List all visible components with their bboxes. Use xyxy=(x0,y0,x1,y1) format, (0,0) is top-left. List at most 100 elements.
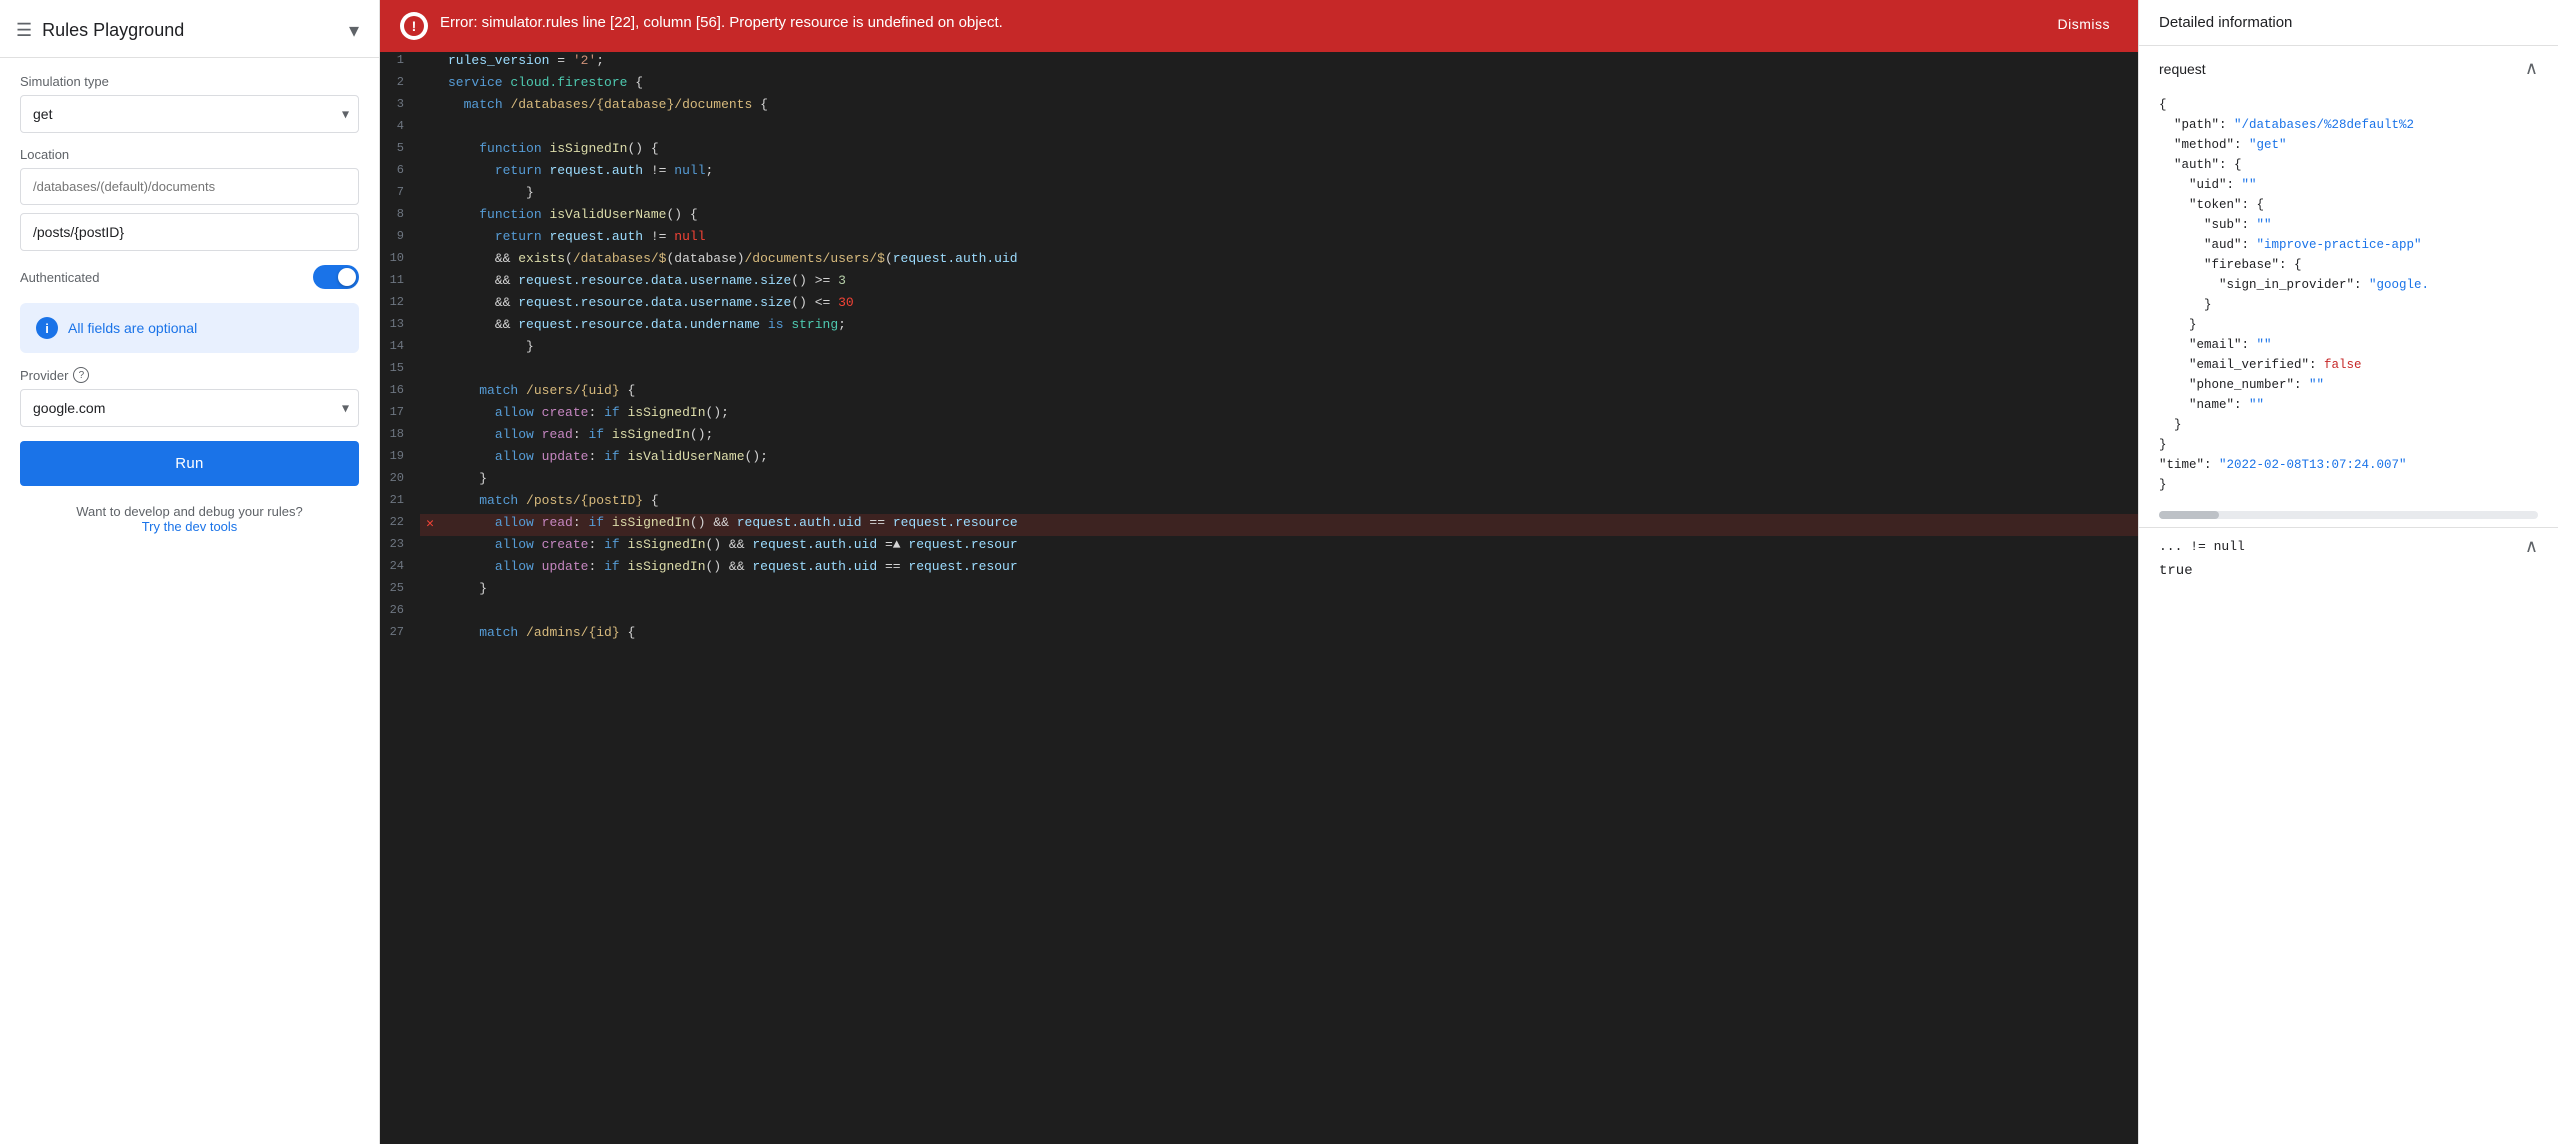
run-button[interactable]: Run xyxy=(20,441,359,486)
line-error-marker xyxy=(420,580,440,602)
line-error-marker xyxy=(420,602,440,624)
line-error-marker xyxy=(420,624,440,646)
table-row: 27 match /admins/{id} { xyxy=(380,624,2138,646)
line-code: allow update: if isValidUserName(); xyxy=(440,448,2138,470)
line-code: && request.resource.data.username.size()… xyxy=(440,294,2138,316)
line-code: function isSignedIn() { xyxy=(440,140,2138,162)
code-table: 1rules_version = '2';2service cloud.fire… xyxy=(380,52,2138,646)
location-value-input[interactable] xyxy=(20,213,359,251)
main-panel: ! Error: simulator.rules line [22], colu… xyxy=(380,0,2138,1144)
line-error-marker xyxy=(420,404,440,426)
table-row: 7 } xyxy=(380,184,2138,206)
right-panel-header: Detailed information xyxy=(2139,0,2558,46)
info-banner-text: All fields are optional xyxy=(68,320,197,336)
line-error-marker xyxy=(420,96,440,118)
line-number: 8 xyxy=(380,206,420,228)
provider-label: Provider ? xyxy=(20,367,359,383)
request-chevron-icon: ∧ xyxy=(2525,58,2538,79)
scroll-indicator xyxy=(2159,511,2538,519)
line-code: allow update: if isSignedIn() && request… xyxy=(440,558,2138,580)
line-code: && request.resource.data.username.size()… xyxy=(440,272,2138,294)
authenticated-row: Authenticated xyxy=(20,265,359,289)
dismiss-button[interactable]: Dismiss xyxy=(2050,12,2119,36)
line-error-marker xyxy=(420,360,440,382)
location-field: Location xyxy=(20,147,359,251)
provider-help-icon[interactable]: ? xyxy=(73,367,89,383)
line-code xyxy=(440,360,2138,382)
error-x-icon: ✕ xyxy=(426,516,434,531)
line-code: rules_version = '2'; xyxy=(440,52,2138,74)
provider-select[interactable]: google.com github.com twitter.com facebo… xyxy=(20,389,359,427)
line-code: allow create: if isSignedIn() && request… xyxy=(440,536,2138,558)
error-svg: ! xyxy=(403,15,425,37)
sidebar-header-left: ☰ Rules Playground xyxy=(16,20,184,41)
line-error-marker xyxy=(420,316,440,338)
line-code: && request.resource.data.undername is st… xyxy=(440,316,2138,338)
line-number: 6 xyxy=(380,162,420,184)
line-code: function isValidUserName() { xyxy=(440,206,2138,228)
location-placeholder-input[interactable] xyxy=(20,168,359,205)
line-error-marker xyxy=(420,294,440,316)
table-row: 6 return request.auth != null; xyxy=(380,162,2138,184)
line-code: match /admins/{id} { xyxy=(440,624,2138,646)
simulation-type-label: Simulation type xyxy=(20,74,359,89)
request-section: request ∧ { "path": "/databases/%28defau… xyxy=(2139,46,2558,528)
result-chevron-icon: ∧ xyxy=(2525,536,2538,557)
line-error-marker xyxy=(420,536,440,558)
request-header[interactable]: request ∧ xyxy=(2139,46,2558,91)
table-row: 24 allow update: if isSignedIn() && requ… xyxy=(380,558,2138,580)
line-error-marker xyxy=(420,228,440,250)
authenticated-label: Authenticated xyxy=(20,270,100,285)
line-error-marker: ✕ xyxy=(420,514,440,536)
line-number: 22 xyxy=(380,514,420,536)
result-expression: ... != null xyxy=(2159,539,2245,554)
table-row: 20 } xyxy=(380,470,2138,492)
line-number: 20 xyxy=(380,470,420,492)
line-number: 21 xyxy=(380,492,420,514)
line-code: && exists(/databases/$(database)/documen… xyxy=(440,250,2138,272)
sidebar-header: ☰ Rules Playground ▾ xyxy=(0,0,379,58)
table-row: 1rules_version = '2'; xyxy=(380,52,2138,74)
line-error-marker xyxy=(420,206,440,228)
table-row: 8 function isValidUserName() { xyxy=(380,206,2138,228)
table-row: 13 && request.resource.data.undername is… xyxy=(380,316,2138,338)
simulation-type-field: Simulation type get set create update de… xyxy=(20,74,359,133)
line-number: 12 xyxy=(380,294,420,316)
error-text: Error: simulator.rules line [22], column… xyxy=(440,12,1003,33)
table-row: 10 && exists(/databases/$(database)/docu… xyxy=(380,250,2138,272)
line-code: return request.auth != null; xyxy=(440,162,2138,184)
table-row: 5 function isSignedIn() { xyxy=(380,140,2138,162)
simulation-type-select[interactable]: get set create update delete list xyxy=(20,95,359,133)
line-error-marker xyxy=(420,338,440,360)
line-code xyxy=(440,118,2138,140)
table-row: 4 xyxy=(380,118,2138,140)
dev-tools-section: Want to develop and debug your rules? Tr… xyxy=(20,500,359,534)
line-code: allow create: if isSignedIn(); xyxy=(440,404,2138,426)
line-code: service cloud.firestore { xyxy=(440,74,2138,96)
table-row: 19 allow update: if isValidUserName(); xyxy=(380,448,2138,470)
result-value: true xyxy=(2159,557,2538,585)
result-section: ... != null ∧ true xyxy=(2139,528,2558,593)
line-error-marker xyxy=(420,382,440,404)
table-row: 22✕ allow read: if isSignedIn() && reque… xyxy=(380,514,2138,536)
svg-text:!: ! xyxy=(412,18,417,34)
authenticated-toggle[interactable] xyxy=(313,265,359,289)
line-number: 4 xyxy=(380,118,420,140)
line-number: 26 xyxy=(380,602,420,624)
line-code: return request.auth != null xyxy=(440,228,2138,250)
sidebar-chevron-icon[interactable]: ▾ xyxy=(349,18,359,43)
dev-tools-link[interactable]: Try the dev tools xyxy=(20,519,359,534)
line-number: 15 xyxy=(380,360,420,382)
table-row: 21 match /posts/{postID} { xyxy=(380,492,2138,514)
line-error-marker xyxy=(420,426,440,448)
right-panel: Detailed information request ∧ { "path":… xyxy=(2138,0,2558,1144)
line-error-marker xyxy=(420,52,440,74)
code-editor[interactable]: 1rules_version = '2';2service cloud.fire… xyxy=(380,52,2138,1144)
line-error-marker xyxy=(420,118,440,140)
line-number: 5 xyxy=(380,140,420,162)
result-header[interactable]: ... != null ∧ xyxy=(2159,536,2538,557)
line-number: 16 xyxy=(380,382,420,404)
table-row: 14 } xyxy=(380,338,2138,360)
table-row: 3 match /databases/{database}/documents … xyxy=(380,96,2138,118)
simulation-type-select-wrapper: get set create update delete list ▾ xyxy=(20,95,359,133)
